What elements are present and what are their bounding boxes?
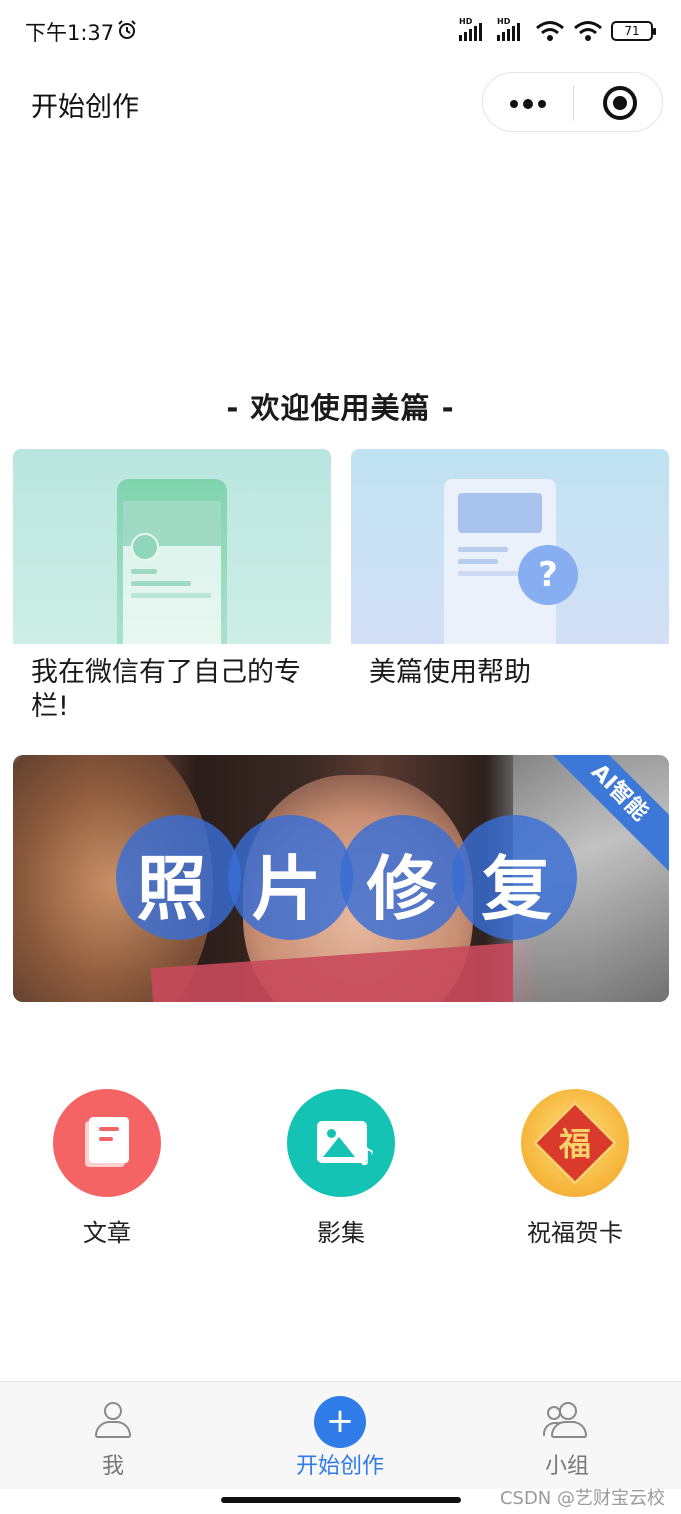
article-icon [53,1089,161,1197]
tab-start-creating[interactable]: + 开始创作 [260,1382,420,1490]
fu-emblem: 福 [558,1125,591,1163]
user-icon [95,1402,131,1438]
status-bar: 下午1:37 HD HD 71 [0,0,681,62]
welcome-heading: - 欢迎使用美篇 - [226,391,455,425]
card-column-feature[interactable]: 我在微信有了自己的专栏! [13,449,331,724]
photo-album-icon: ♪ [287,1089,395,1197]
tab-label: 开始创作 [295,1454,384,1479]
group-icon [543,1402,591,1438]
phone-illustration [117,479,227,644]
capsule-divider [573,85,574,121]
status-indicators: HD HD 71 [459,17,656,44]
create-photo-album-button[interactable]: ♪ 影集 [261,1089,421,1248]
signal-icon-2: HD [497,17,527,41]
tab-label: 小组 [544,1454,589,1479]
signal-icon: HD [459,17,489,41]
create-article-button[interactable]: 文章 [27,1089,187,1248]
card-illustration: ? [351,449,669,644]
action-label: 影集 [317,1219,365,1247]
miniprogram-capsule [482,72,663,132]
question-mark-icon: ? [518,545,578,605]
status-time: 下午1:37 [25,21,115,45]
photo-restore-banner[interactable]: 照 片 修 复 AI智能 [13,755,669,1002]
card-illustration [13,449,331,644]
tab-bar: 我 + 开始创作 小组 [0,1381,681,1489]
greeting-card-icon: 福 [521,1089,629,1197]
card-help[interactable]: ? 美篇使用帮助 [351,449,669,690]
watermark: CSDN @艺财宝云校 [499,1488,665,1509]
more-icon[interactable] [510,99,546,109]
create-greeting-card-button[interactable]: 福 祝福贺卡 [495,1089,655,1248]
page-title: 开始创作 [31,92,139,123]
network-label-2: HD [497,17,511,26]
tab-me[interactable]: 我 [33,1382,193,1490]
banner-title: 照 片 修 复 [136,848,556,930]
plus-icon: + [314,1396,366,1448]
card-title: 美篇使用帮助 [369,657,531,688]
battery-indicator: 71 [611,21,656,41]
tab-label: 我 [101,1454,124,1479]
wifi-icon-2 [574,21,602,41]
home-indicator[interactable] [221,1497,461,1503]
wifi-icon [536,21,564,41]
card-title: 我在微信有了自己的专栏! [31,657,301,722]
tab-groups[interactable]: 小组 [487,1382,647,1490]
alarm-icon [118,20,136,39]
network-label: HD [459,17,473,26]
close-target-icon[interactable] [603,86,637,120]
action-label: 祝福贺卡 [527,1219,623,1247]
action-label: 文章 [83,1219,131,1247]
